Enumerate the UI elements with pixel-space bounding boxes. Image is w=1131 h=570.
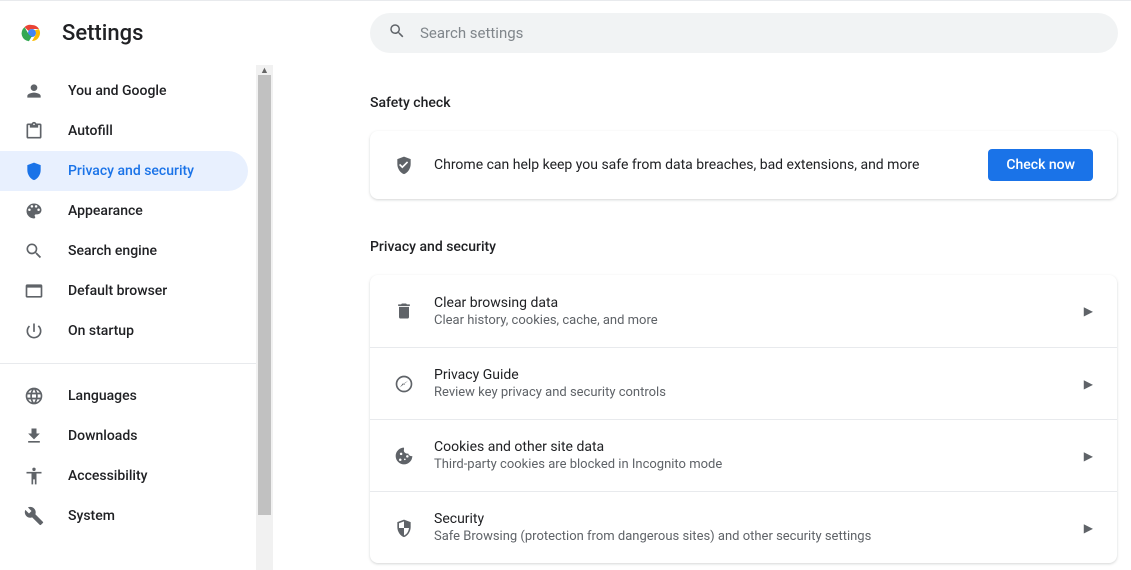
sidebar-item-label: Default browser [68,283,167,299]
cookie-icon [394,446,414,466]
power-icon [24,321,44,341]
shield-check-icon [394,155,414,175]
browser-icon [24,281,44,301]
scroll-up-icon[interactable]: ▲ [256,65,273,75]
search-box[interactable] [370,13,1118,53]
download-icon [24,426,44,446]
search-icon [388,22,406,44]
privacy-card: Clear browsing data Clear history, cooki… [370,275,1117,563]
sidebar-item-default-browser[interactable]: Default browser [0,271,248,311]
sidebar-item-label: You and Google [68,83,166,99]
chevron-right-icon: ▶ [1084,304,1093,318]
chrome-logo-icon [20,21,44,45]
check-now-button[interactable]: Check now [988,149,1093,181]
row-privacy-guide[interactable]: Privacy Guide Review key privacy and sec… [370,347,1117,419]
privacy-section-title: Privacy and security [370,239,1117,255]
sidebar-item-search-engine[interactable]: Search engine [0,231,248,271]
divider [0,363,256,364]
safety-check-card: Chrome can help keep you safe from data … [370,131,1117,199]
row-title: Cookies and other site data [434,439,1064,455]
app-title: Settings [62,21,143,46]
chevron-right-icon: ▶ [1084,449,1093,463]
row-title: Privacy Guide [434,367,1064,383]
sidebar-item-autofill[interactable]: Autofill [0,111,248,151]
compass-icon [394,374,414,394]
sidebar-item-label: Accessibility [68,468,147,484]
sidebar-wrapper: You and Google Autofill Privacy and secu… [0,65,273,570]
sidebar-item-appearance[interactable]: Appearance [0,191,248,231]
sidebar-item-downloads[interactable]: Downloads [0,416,248,456]
sidebar-item-label: Languages [68,388,137,404]
search-container [370,13,1118,53]
main-content: Safety check Chrome can help keep you sa… [273,65,1131,570]
row-clear-browsing-data[interactable]: Clear browsing data Clear history, cooki… [370,275,1117,347]
search-icon [24,241,44,261]
sidebar-item-accessibility[interactable]: Accessibility [0,456,248,496]
row-cookies[interactable]: Cookies and other site data Third-party … [370,419,1117,491]
shield-half-icon [394,518,414,538]
body: You and Google Autofill Privacy and secu… [0,65,1131,570]
row-title: Security [434,511,1064,527]
wrench-icon [24,506,44,526]
row-subtitle: Safe Browsing (protection from dangerous… [434,529,1064,544]
search-input[interactable] [420,24,1100,42]
row-subtitle: Clear history, cookies, cache, and more [434,313,1064,328]
person-icon [24,81,44,101]
palette-icon [24,201,44,221]
sidebar-item-label: On startup [68,323,134,339]
sidebar-item-label: Privacy and security [68,163,194,179]
chevron-right-icon: ▶ [1084,377,1093,391]
sidebar-item-label: Downloads [68,428,137,444]
header-left: Settings [0,21,256,46]
scrollbar-thumb[interactable] [258,75,271,515]
sidebar-item-languages[interactable]: Languages [0,376,248,416]
row-subtitle: Third-party cookies are blocked in Incog… [434,457,1064,472]
row-subtitle: Review key privacy and security controls [434,385,1064,400]
scrollbar[interactable]: ▲ [256,65,273,570]
row-title: Clear browsing data [434,295,1064,311]
clipboard-icon [24,121,44,141]
sidebar-item-label: System [68,508,115,524]
sidebar-item-on-startup[interactable]: On startup [0,311,248,351]
sidebar-item-label: Appearance [68,203,143,219]
sidebar: You and Google Autofill Privacy and secu… [0,65,256,570]
sidebar-item-system[interactable]: System [0,496,248,536]
accessibility-icon [24,466,44,486]
safety-check-text: Chrome can help keep you safe from data … [434,157,968,173]
trash-icon [394,301,414,321]
sidebar-item-you-and-google[interactable]: You and Google [0,71,248,111]
sidebar-item-privacy-security[interactable]: Privacy and security [0,151,248,191]
row-security[interactable]: Security Safe Browsing (protection from … [370,491,1117,563]
shield-icon [24,161,44,181]
chevron-right-icon: ▶ [1084,521,1093,535]
sidebar-item-label: Search engine [68,243,157,259]
header: Settings [0,1,1131,65]
safety-check-title: Safety check [370,95,1117,111]
globe-icon [24,386,44,406]
sidebar-item-label: Autofill [68,123,113,139]
